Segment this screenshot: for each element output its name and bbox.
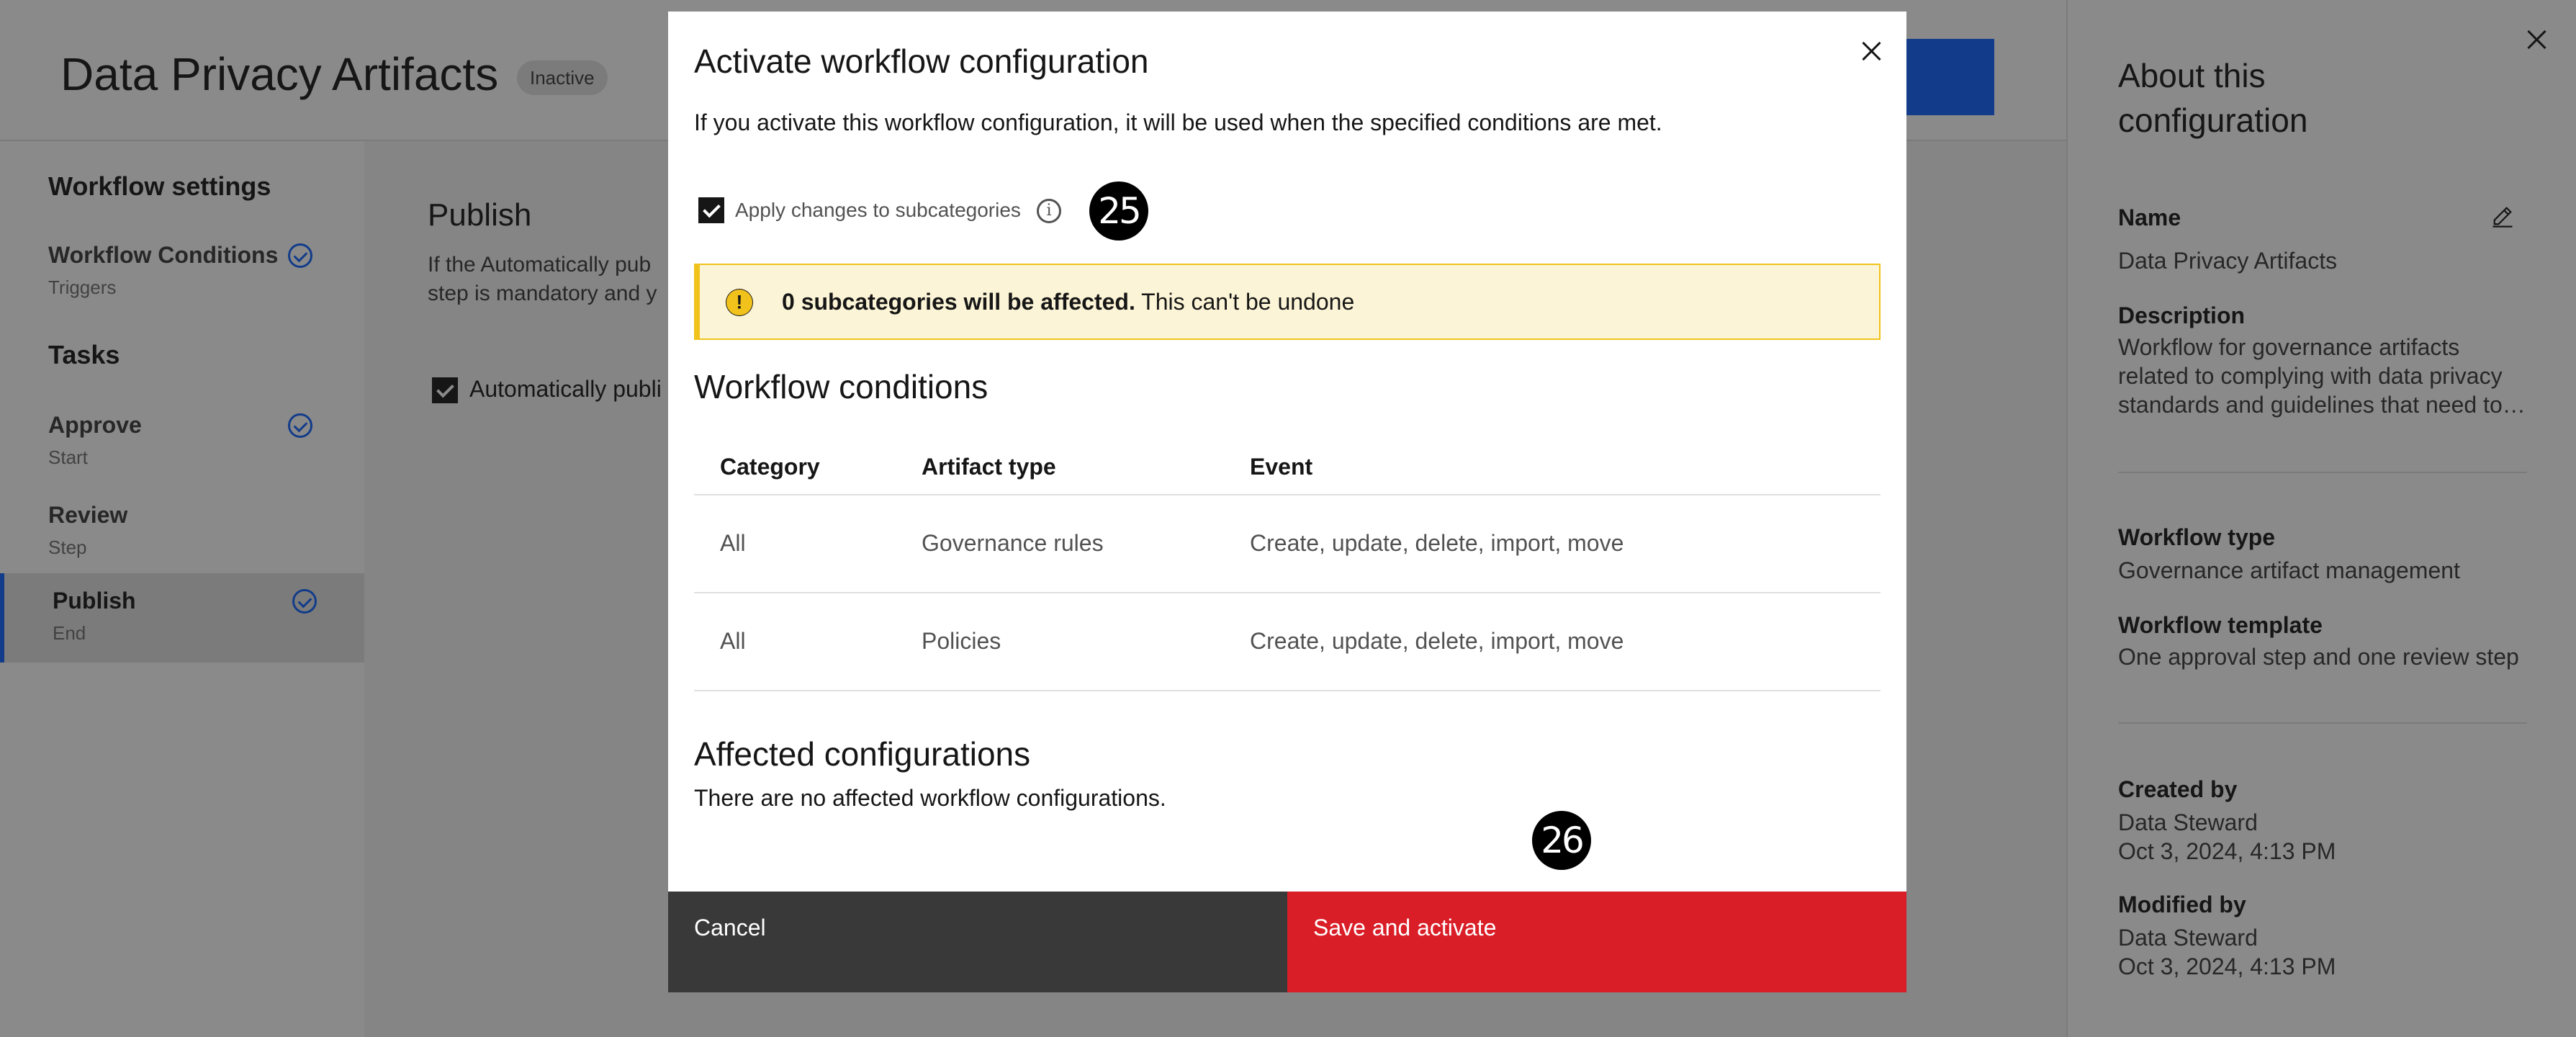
cancel-button-label: Cancel	[694, 915, 766, 941]
step-badge: 26	[1532, 811, 1591, 870]
info-icon[interactable]: i	[1037, 199, 1061, 223]
warning-notification: 0 subcategories will be affected. This c…	[694, 264, 1881, 340]
table-header: Category Artifact type Event	[694, 438, 1881, 495]
save-button-label: Save and activate	[1313, 915, 1497, 941]
table-cell: Create, update, delete, import, move	[1250, 530, 1624, 556]
table-cell: Create, update, delete, import, move	[1250, 628, 1624, 654]
table-cell: Policies	[922, 628, 1001, 654]
close-icon[interactable]	[1860, 40, 1882, 62]
table-cell: All	[720, 530, 746, 556]
activate-workflow-modal: Activate workflow configuration If you a…	[668, 12, 1906, 992]
warning-detail-text: This can't be undone	[1135, 289, 1355, 315]
modal-description: If you activate this workflow configurat…	[694, 109, 1662, 135]
table-row: All Governance rules Create, update, del…	[694, 495, 1881, 593]
modal-title: Activate workflow configuration	[694, 42, 1149, 80]
warning-bold-text: 0 subcategories will be affected.	[782, 289, 1135, 315]
apply-subcategories-label: Apply changes to subcategories	[735, 199, 1021, 221]
warning-text: 0 subcategories will be affected. This c…	[782, 289, 1354, 315]
column-header: Category	[720, 454, 820, 480]
step-badge: 25	[1089, 181, 1148, 241]
conditions-title: Workflow conditions	[694, 368, 988, 405]
cancel-button[interactable]: Cancel	[668, 892, 1287, 992]
save-and-activate-button[interactable]: Save and activate	[1287, 892, 1906, 992]
column-header: Artifact type	[922, 454, 1056, 480]
affected-title: Affected configurations	[694, 735, 1031, 773]
affected-text: There are no affected workflow configura…	[694, 785, 1166, 811]
warning-icon	[726, 289, 753, 316]
conditions-table: Category Artifact type Event All Governa…	[694, 438, 1881, 691]
apply-subcategories-checkbox[interactable]	[698, 197, 724, 223]
table-row: All Policies Create, update, delete, imp…	[694, 593, 1881, 691]
table-cell: All	[720, 628, 746, 654]
table-cell: Governance rules	[922, 530, 1104, 556]
column-header: Event	[1250, 454, 1313, 480]
